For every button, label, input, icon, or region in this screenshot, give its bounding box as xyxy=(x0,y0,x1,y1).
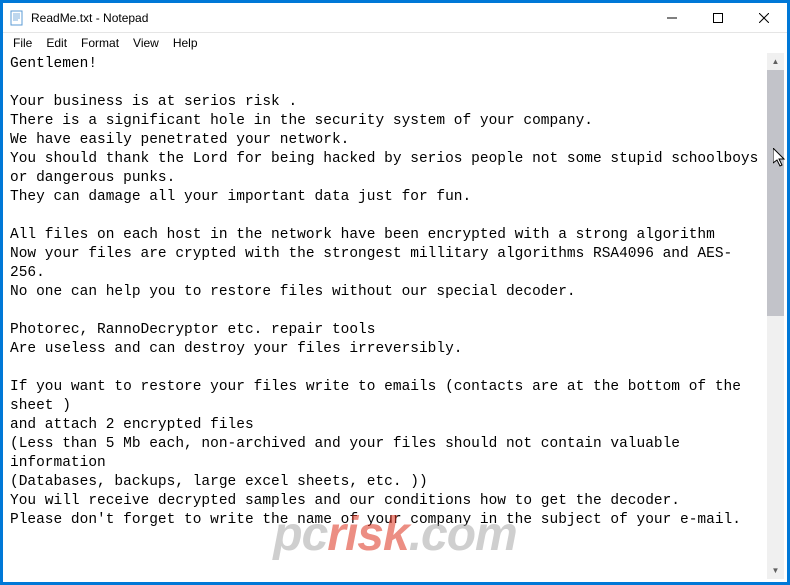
menu-edit[interactable]: Edit xyxy=(40,34,73,52)
window-title: ReadMe.txt - Notepad xyxy=(31,11,649,25)
notepad-icon xyxy=(9,10,25,26)
document-text: Gentlemen! Your business is at serios ri… xyxy=(6,53,767,532)
scroll-up-arrow[interactable]: ▲ xyxy=(767,53,784,70)
maximize-button[interactable] xyxy=(695,3,741,32)
vertical-scrollbar[interactable]: ▲ ▼ xyxy=(767,53,784,579)
window-controls xyxy=(649,3,787,32)
menu-help[interactable]: Help xyxy=(167,34,204,52)
scroll-down-arrow[interactable]: ▼ xyxy=(767,562,784,579)
titlebar: ReadMe.txt - Notepad xyxy=(3,3,787,33)
text-area[interactable]: Gentlemen! Your business is at serios ri… xyxy=(6,53,767,579)
minimize-button[interactable] xyxy=(649,3,695,32)
menu-view[interactable]: View xyxy=(127,34,165,52)
menu-file[interactable]: File xyxy=(7,34,38,52)
scroll-track[interactable] xyxy=(767,70,784,562)
menubar: File Edit Format View Help xyxy=(3,33,787,53)
menu-format[interactable]: Format xyxy=(75,34,125,52)
scroll-thumb[interactable] xyxy=(767,70,784,316)
close-button[interactable] xyxy=(741,3,787,32)
